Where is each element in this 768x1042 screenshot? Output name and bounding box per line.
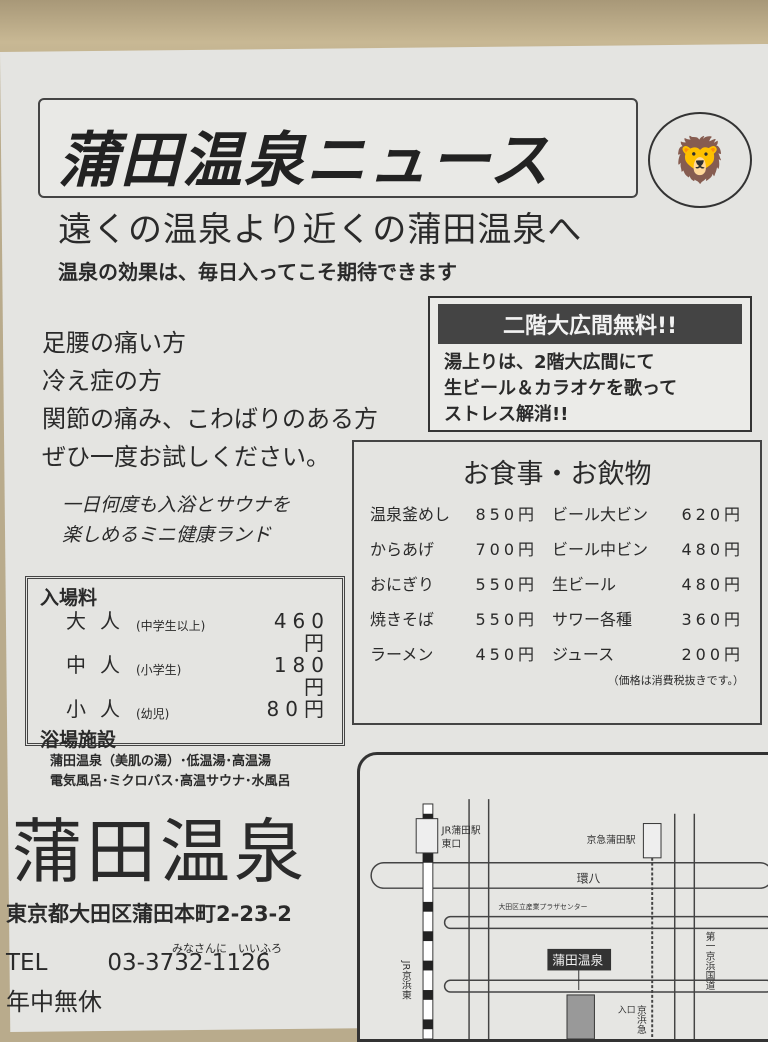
jr-line-label: JR京浜東 <box>400 960 412 1001</box>
recommend-item: 冷え症の方 <box>42 367 162 395</box>
store-name: 蒲田温泉 <box>12 811 308 893</box>
food-name: からあげ <box>370 540 435 559</box>
drink-price: 620円 <box>681 505 744 524</box>
menu-row: 焼きそば 550円 サワー各種 360円 <box>370 602 744 637</box>
admission-row: 小人 (幼児) 80円 <box>40 698 330 725</box>
food-name: 焼きそば <box>370 610 435 629</box>
tagline: 遠くの温泉より近くの蒲田温泉へ <box>58 210 583 250</box>
menu-box: お食事・お飲物 温泉釜めし 850円 ビール大ビン 620円からあげ 700円 ビール中ビ… <box>352 440 762 725</box>
fare-price: 180円 <box>273 653 330 699</box>
free-hall-line: 湯上りは、2階大広間にて <box>444 352 655 373</box>
jr-exit-label: 東口 <box>442 837 462 850</box>
mini-health-land: 一日何度も入浴とサウナを 楽しめるミニ健康ランド <box>62 490 290 550</box>
menu-row: 温泉釜めし 850円 ビール大ビン 620円 <box>370 497 744 532</box>
fare-name: 大人 <box>66 609 134 633</box>
drink-price: 480円 <box>681 540 744 559</box>
food-price: 550円 <box>475 575 538 594</box>
facilities-line: 電気風呂･ミクロバス･高温サウナ･水風呂 <box>50 774 291 789</box>
food-price: 700円 <box>475 540 538 559</box>
entrance-label: 入口 <box>618 1006 636 1016</box>
fare-note: (幼児) <box>136 707 170 721</box>
subtagline: 温泉の効果は、毎日入ってこそ期待できます <box>58 260 457 284</box>
food-name: ラーメン <box>370 645 434 664</box>
drink-price: 480円 <box>681 575 744 594</box>
food-name: おにぎり <box>370 575 435 594</box>
jr-station-marker <box>415 818 439 854</box>
fare-name: 小人 <box>66 697 134 721</box>
food-price: 450円 <box>475 645 538 664</box>
route-label: 第一京浜国道 <box>704 930 716 990</box>
tel-number: 03-3732-1126 <box>107 950 271 976</box>
menu-row: からあげ 700円 ビール中ビン 480円 <box>370 532 744 567</box>
drink-name: ビール中ビン <box>552 540 649 559</box>
fare-price: 460円 <box>273 609 330 655</box>
food-price: 550円 <box>475 610 538 629</box>
drink-name: ジュース <box>552 645 615 664</box>
fare-note: (小学生) <box>136 663 182 677</box>
drink-name: 生ビール <box>552 575 617 594</box>
admission-row: 大人 (中学生以上) 460円 <box>40 610 330 654</box>
mini-line: 楽しめるミニ健康ランド <box>62 524 272 546</box>
destination-label: 蒲田温泉 <box>552 953 603 969</box>
tel-label: TEL <box>6 950 48 976</box>
open-every-day: 年中無休 <box>6 988 102 1016</box>
mini-line: 一日何度も入浴とサウナを <box>62 494 291 516</box>
tax-note: （価格は消費税抜きです。） <box>607 674 744 687</box>
lion-mascot-icon: 🦁 <box>648 112 752 208</box>
admission-title: 入場料 <box>40 587 98 609</box>
admission-row: 中人 (小学生) 180円 <box>40 654 330 698</box>
menu-row: ラーメン 450円 ジュース 200円 <box>370 637 744 672</box>
fare-name: 中人 <box>66 653 134 677</box>
free-hall-line: ストレス解消!! <box>444 404 569 425</box>
admission-box: 入場料 大人 (中学生以上) 460円 中人 (小学生) 180円 小人 (幼児) 80円 … <box>25 576 345 789</box>
facilities-title: 浴場施設 <box>40 729 117 751</box>
free-hall-title: 二階大広間無料!! <box>438 304 742 344</box>
drink-price: 360円 <box>681 610 744 629</box>
fare-price: 80円 <box>266 697 330 721</box>
food-price: 850円 <box>475 505 538 524</box>
phone: TEL 03-3732-1126 <box>6 950 270 976</box>
free-hall-box: 二階大広間無料!! 湯上りは、2階大広間にて 生ビール＆カラオケを歌って ストレ… <box>428 296 752 432</box>
menu-row: おにぎり 550円 生ビール 480円 <box>370 567 744 602</box>
recommend-item: ぜひ一度お試しください。 <box>42 443 330 471</box>
access-map: JR蒲田駅 東口 京急蒲田駅 環八 大田区立産業プラザセンター 第一京浜国道 J… <box>357 752 768 1042</box>
recommend-item: 足腰の痛い方 <box>42 329 186 357</box>
road-label: 環八 <box>577 871 601 885</box>
recommend-list: 足腰の痛い方 冷え症の方 関節の痛み、こわばりのある方 ぜひ一度お試しください。 <box>42 324 378 476</box>
food-name: 温泉釜めし <box>370 505 451 524</box>
drink-name: ビール大ビン <box>552 505 649 524</box>
recommend-item: 関節の痛み、こわばりのある方 <box>42 405 378 433</box>
newsletter-title: 蒲田温泉ニュース <box>58 126 551 196</box>
drink-name: サワー各種 <box>552 610 633 629</box>
drink-price: 200円 <box>681 645 744 664</box>
free-hall-line: 生ビール＆カラオケを歌って <box>444 378 678 399</box>
keikyu-station-label: 京急蒲田駅 <box>587 833 636 846</box>
facilities-line: 蒲田温泉（美肌の湯）･低温湯･高温湯 <box>50 754 272 769</box>
address: 東京都大田区蒲田本町2-23-2 <box>6 902 292 926</box>
landmark-label: 大田区立産業プラザセンター <box>498 902 587 911</box>
fare-note: (中学生以上) <box>136 619 206 633</box>
menu-title: お食事・お飲物 <box>462 459 652 490</box>
jr-station-label: JR蒲田駅 <box>441 823 481 836</box>
keikyu-line-label: 京浜急 <box>635 1003 647 1034</box>
